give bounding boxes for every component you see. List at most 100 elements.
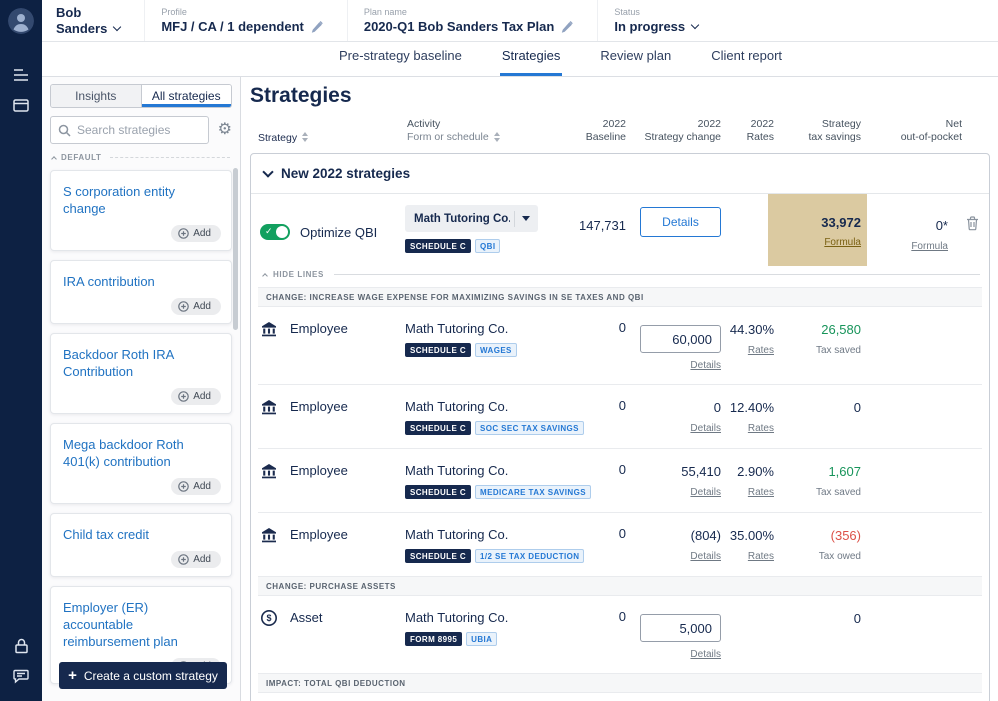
rates-link[interactable]: Rates (748, 423, 774, 434)
collapse-group-icon[interactable] (262, 166, 273, 177)
company-name: Math Tutoring Co. (405, 321, 555, 336)
strategy-card-title[interactable]: Child tax credit (63, 526, 221, 543)
col-strategy-label: Strategy (258, 132, 297, 144)
status-value: In progress (614, 19, 685, 34)
user-menu[interactable]: Bob Sanders (42, 0, 144, 41)
add-strategy-button[interactable]: Add (171, 298, 221, 315)
add-strategy-button[interactable]: Add (171, 388, 221, 405)
status-dropdown[interactable]: Status In progress (597, 0, 722, 41)
lock-icon[interactable] (0, 631, 42, 661)
details-link[interactable]: Details (690, 487, 721, 498)
rates-link[interactable]: Rates (748, 487, 774, 498)
section-header-impact: IMPACT: TOTAL QBI DEDUCTION (258, 673, 982, 693)
panel-scrollbar-thumb[interactable] (233, 168, 238, 330)
strategy-card-title[interactable]: Mega backdoor Roth 401(k) contribution (63, 436, 221, 470)
baseline-value: 0 (555, 526, 626, 563)
form-badge: FORM 8995 (405, 632, 462, 646)
strategy-card-title[interactable]: S corporation entity change (63, 183, 221, 217)
chevron-up-icon (262, 273, 268, 279)
strategy-group: New 2022 strategies Optimize QBI Math Tu… (250, 153, 990, 701)
rates-link[interactable]: Rates (748, 345, 774, 356)
strategy-card-title[interactable]: Backdoor Roth IRA Contribution (63, 346, 221, 380)
strategy-enabled-toggle[interactable] (260, 224, 290, 240)
tab-review-plan[interactable]: Review plan (598, 48, 673, 76)
formula-link[interactable]: Formula (911, 241, 948, 252)
details-link[interactable]: Details (690, 423, 721, 434)
group-title: New 2022 strategies (281, 166, 410, 181)
avatar[interactable] (8, 8, 34, 34)
col-strategy-change: 2022 Strategy change (626, 118, 721, 144)
col-savings-label: tax savings (774, 131, 861, 144)
search-input[interactable] (50, 116, 209, 144)
strategy-name: Optimize QBI (300, 225, 377, 240)
group-rows: Optimize QBI Math Tutoring Co. SCHEDULE … (251, 194, 989, 701)
strategy-change-input[interactable] (640, 325, 721, 353)
add-label: Add (193, 554, 211, 565)
details-link[interactable]: Details (690, 551, 721, 562)
sort-activity-icon[interactable] (494, 132, 500, 142)
strategy-list-icon[interactable] (0, 60, 42, 90)
delete-strategy-button[interactable] (962, 204, 979, 234)
section-label: IMPACT: TOTAL QBI DEDUCTION (266, 679, 406, 688)
strategy-cards-list: S corporation entity change Add IRA cont… (50, 170, 232, 684)
details-button[interactable]: Details (640, 207, 721, 237)
circle-plus-icon (178, 391, 189, 402)
add-strategy-button[interactable]: Add (171, 225, 221, 242)
divider (514, 211, 515, 227)
table-row: Employee Math Tutoring Co. SCHEDULE C SO… (258, 385, 982, 449)
strategy-card-title[interactable]: Employer (ER) accountable reimbursement … (63, 599, 221, 650)
add-strategy-button[interactable]: Add (171, 478, 221, 495)
rate-value: 35.00% (730, 528, 774, 543)
details-link[interactable]: Details (690, 649, 721, 660)
rate-value: 12.40% (730, 400, 774, 415)
savings-note: Tax owed (819, 551, 861, 562)
strategy-card-title[interactable]: IRA contribution (63, 273, 221, 290)
strategy-card: S corporation entity change Add (50, 170, 232, 251)
edit-plan-icon[interactable] (561, 21, 573, 33)
circle-plus-icon (178, 301, 189, 312)
sort-strategy-icon[interactable] (302, 132, 308, 142)
rates-link[interactable]: Rates (748, 551, 774, 562)
chevron-down-icon (522, 216, 530, 221)
chat-icon[interactable] (0, 661, 42, 691)
plan-cards-icon[interactable] (0, 90, 42, 120)
chevron-down-icon (113, 23, 121, 31)
col-net-label: out-of-pocket (861, 131, 962, 144)
add-strategy-button[interactable]: Add (171, 551, 221, 568)
hide-lines-toggle[interactable]: HIDE LINES (258, 266, 982, 287)
settings-gear-icon[interactable]: ⚙ (218, 122, 232, 138)
company-name: Math Tutoring Co. (405, 527, 555, 542)
plan-name-label: Plan name (364, 7, 574, 17)
row-activity-label: Employee (290, 320, 348, 371)
create-custom-strategy-button[interactable]: + Create a custom strategy (59, 662, 227, 689)
svg-text:$: $ (266, 613, 271, 623)
col-rates-year: 2022 (721, 118, 774, 131)
tab-all-strategies[interactable]: All strategies (142, 85, 232, 107)
tab-strategies[interactable]: Strategies (500, 48, 563, 76)
divider (334, 274, 980, 275)
formula-link[interactable]: Formula (824, 237, 861, 248)
circle-plus-icon (178, 481, 189, 492)
col-activity-label: Activity (407, 118, 555, 131)
table-row: Employee Math Tutoring Co. SCHEDULE C ME… (258, 449, 982, 513)
tab-pre-strategy-baseline[interactable]: Pre-strategy baseline (337, 48, 464, 76)
circle-plus-icon (178, 554, 189, 565)
row-activity-label: Employee (290, 462, 348, 499)
tab-client-report[interactable]: Client report (709, 48, 784, 76)
details-link[interactable]: Details (690, 360, 721, 371)
col-baseline-label: Baseline (555, 131, 626, 144)
hide-lines-label: HIDE LINES (273, 270, 324, 279)
tax-savings-value: 26,580 (821, 322, 861, 337)
strategy-card: Backdoor Roth IRA Contribution Add (50, 333, 232, 414)
baseline-value: 0 (555, 462, 626, 499)
add-label: Add (193, 301, 211, 312)
top-header: Bob Sanders Profile MFJ / CA / 1 depende… (42, 0, 998, 42)
default-group-toggle[interactable]: DEFAULT (52, 153, 230, 162)
tab-insights[interactable]: Insights (51, 85, 142, 107)
row-activity-label: Employee (290, 526, 348, 563)
building-icon (260, 526, 278, 563)
company-dropdown[interactable]: Math Tutoring Co. (405, 205, 538, 232)
edit-profile-icon[interactable] (311, 21, 323, 33)
strategy-change-input[interactable] (640, 614, 721, 642)
user-last-name: Sanders (56, 22, 107, 36)
